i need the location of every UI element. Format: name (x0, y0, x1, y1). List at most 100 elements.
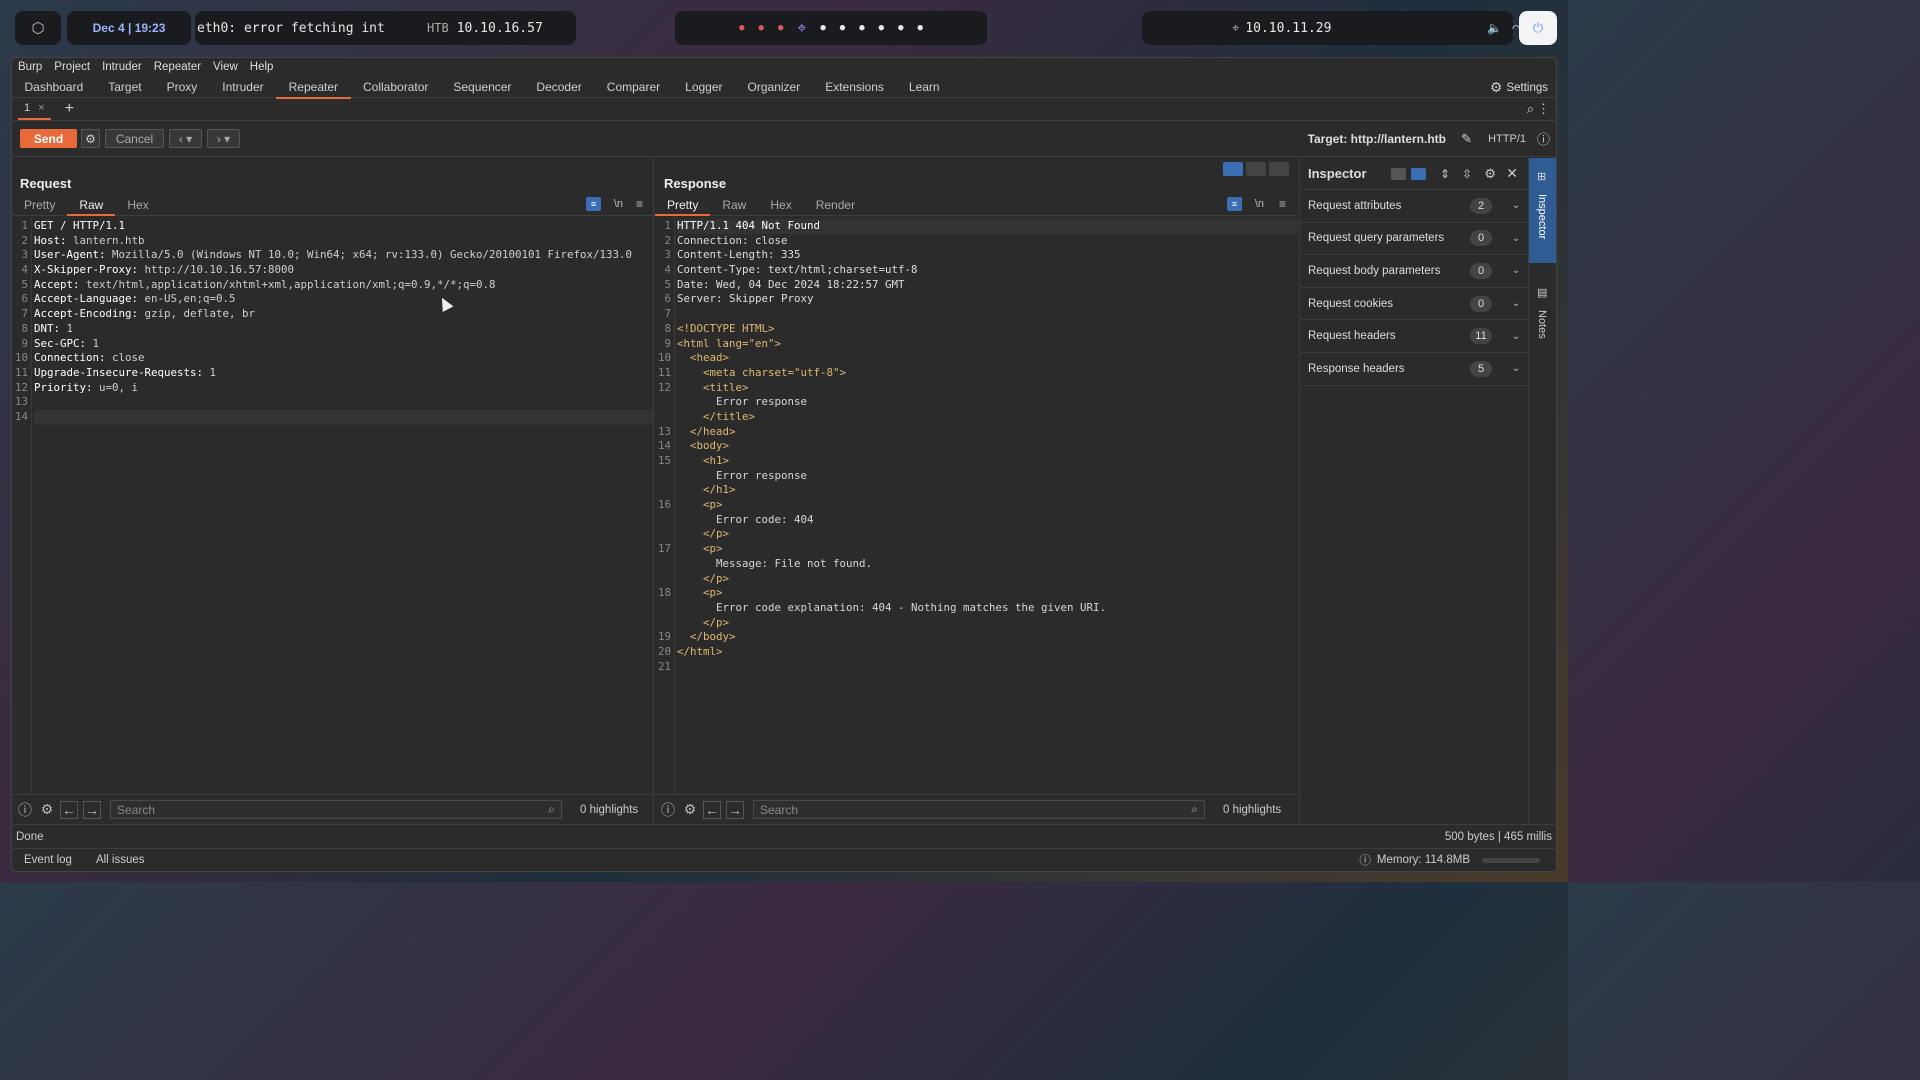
request-line[interactable]: User-Agent: Mozilla/5.0 (Windows NT 10.0… (34, 248, 653, 263)
response-line[interactable]: </html> (677, 645, 1298, 660)
search-icon[interactable]: ⌕ (1527, 101, 1534, 117)
workspace-dot[interactable]: ● (759, 23, 764, 33)
all-issues-button[interactable]: All issues (96, 854, 145, 866)
settings-button[interactable]: ⚙ Settings (1490, 79, 1548, 96)
arrow-left-icon[interactable]: ← (60, 800, 78, 819)
more-vertical-icon[interactable]: ⋮ (1537, 101, 1550, 117)
close-tab-icon[interactable]: × (38, 102, 44, 114)
layout-single-icon[interactable] (1269, 162, 1289, 176)
request-search-input[interactable]: Search ⌕ (110, 800, 562, 819)
chevron-down-icon[interactable]: ⌄ (1512, 265, 1520, 276)
menu-icon[interactable]: ≡ (636, 197, 643, 211)
request-line[interactable]: Connection: close (34, 351, 653, 366)
wrap-toggle-icon[interactable]: ≡ (1227, 197, 1242, 211)
request-line[interactable]: Upgrade-Insecure-Requests: 1 (34, 366, 653, 381)
menu-view[interactable]: View (213, 61, 238, 73)
side-tab-notes[interactable]: ▤ Notes (1529, 278, 1556, 368)
request-tab-hex[interactable]: Hex (115, 196, 160, 215)
response-line[interactable] (677, 307, 1298, 322)
response-line[interactable]: Server: Skipper Proxy (677, 292, 1298, 307)
inspector-row-request-cookies[interactable]: Request cookies 0 ⌄ (1300, 288, 1528, 321)
menu-intruder[interactable]: Intruder (102, 61, 142, 73)
response-tab-render[interactable]: Render (804, 196, 867, 215)
workspace-dot[interactable]: ● (820, 23, 825, 33)
response-line[interactable]: </h1> (677, 483, 1298, 498)
request-line[interactable]: Host: lantern.htb (34, 234, 653, 249)
response-line[interactable]: Connection: close (677, 234, 1298, 249)
menu-icon[interactable]: ≡ (1279, 197, 1286, 211)
arrow-right-icon[interactable]: → (726, 800, 744, 819)
crosshair-icon[interactable]: ⌖ (797, 18, 806, 38)
response-line[interactable]: Error code: 404 (677, 513, 1298, 528)
arrow-right-icon[interactable]: → (83, 800, 101, 819)
inspector-row-response-headers[interactable]: Response headers 5 ⌄ (1300, 353, 1528, 386)
inspector-layout-icon[interactable] (1391, 167, 1406, 180)
request-line[interactable] (34, 409, 653, 425)
request-code[interactable]: GET / HTTP/1.1 Host: lantern.htb User-Agen… (34, 219, 653, 425)
wrap-toggle-icon[interactable]: ≡ (586, 197, 601, 211)
inspector-row-request-attributes[interactable]: Request attributes 2 ⌄ (1300, 190, 1528, 223)
response-tab-raw[interactable]: Raw (710, 196, 758, 215)
protocol-label[interactable]: HTTP/1 (1488, 133, 1526, 145)
response-editor[interactable]: 1 2 3 4 5 6 7 8 9 10 11 12 13 14 15 16 17 18 19 20 21 HTTP/1… (655, 217, 1298, 794)
response-line[interactable]: Error response (677, 469, 1298, 484)
workspace-dot[interactable]: ● (840, 23, 845, 33)
chevron-down-icon[interactable]: ⌄ (1512, 298, 1520, 309)
response-line[interactable]: Content-Type: text/html;charset=utf-8 (677, 263, 1298, 278)
add-tab-button[interactable]: + (65, 100, 74, 118)
response-line[interactable]: Message: File not found. (677, 557, 1298, 572)
gear-icon[interactable]: ⚙ (1484, 166, 1496, 182)
tab-decoder[interactable]: Decoder (524, 76, 594, 98)
workspace-dot[interactable]: ● (778, 23, 783, 33)
response-line[interactable]: Date: Wed, 04 Dec 2024 18:22:57 GMT (677, 278, 1298, 293)
workspace-dot[interactable]: ● (859, 23, 864, 33)
response-line[interactable]: <meta charset="utf-8"> (677, 366, 1298, 381)
help-icon[interactable]: ⓘ (1537, 129, 1550, 148)
collapse-all-icon[interactable]: ⇳ (1462, 167, 1472, 181)
response-line[interactable]: Error code explanation: 404 - Nothing ma… (677, 601, 1298, 616)
tab-organizer[interactable]: Organizer (735, 76, 813, 98)
response-line[interactable]: </body> (677, 630, 1298, 645)
gear-icon[interactable]: ⚙ (38, 801, 56, 819)
menu-burp[interactable]: Burp (18, 61, 42, 73)
layout-stack-icon[interactable] (1246, 162, 1266, 176)
edit-target-icon[interactable]: ✎ (1461, 131, 1472, 147)
response-line[interactable]: <head> (677, 351, 1298, 366)
response-line[interactable]: <html lang="en"> (677, 337, 1298, 352)
response-line[interactable]: <body> (677, 439, 1298, 454)
request-line[interactable]: Accept: text/html,application/xhtml+xml,… (34, 278, 653, 293)
workspace-dot[interactable]: ● (739, 23, 744, 33)
response-line[interactable]: <p> (677, 542, 1298, 557)
send-settings-button[interactable]: ⚙ (81, 129, 100, 148)
launcher-button[interactable]: ⬡ (15, 11, 61, 45)
expand-all-icon[interactable]: ⇕ (1440, 167, 1450, 181)
layout-split-icon[interactable] (1223, 162, 1243, 176)
tab-logger[interactable]: Logger (673, 76, 735, 98)
request-line[interactable]: X-Skipper-Proxy: http://10.10.16.57:8000 (34, 263, 653, 278)
request-line[interactable]: Accept-Language: en-US,en;q=0.5 (34, 292, 653, 307)
request-line[interactable]: GET / HTTP/1.1 (34, 219, 653, 234)
workspace-dot[interactable]: ● (879, 23, 884, 33)
chevron-down-icon[interactable]: ⌄ (1512, 200, 1520, 211)
volume-icon[interactable]: 🔈 (1487, 21, 1502, 35)
arrow-left-icon[interactable]: ← (703, 800, 721, 819)
request-tab-pretty[interactable]: Pretty (12, 196, 67, 215)
history-back-button[interactable]: ‹ ▾ (169, 129, 202, 148)
inspector-row-request-query-parameters[interactable]: Request query parameters 0 ⌄ (1300, 223, 1528, 256)
gear-icon[interactable]: ⚙ (681, 801, 699, 819)
response-line[interactable]: </head> (677, 425, 1298, 440)
repeater-tab-1[interactable]: 1 × (18, 98, 51, 120)
power-button[interactable]: ⏻ (1519, 11, 1557, 45)
response-line[interactable]: Content-Length: 335 (677, 248, 1298, 263)
send-button[interactable]: Send (20, 129, 77, 148)
response-line[interactable]: <title> (677, 381, 1298, 396)
newline-toggle[interactable]: \n (614, 198, 623, 210)
response-line[interactable]: <h1> (677, 454, 1298, 469)
tab-intruder[interactable]: Intruder (210, 76, 276, 98)
workspace-dot[interactable]: ● (898, 23, 903, 33)
cancel-button[interactable]: Cancel (105, 129, 164, 148)
response-line[interactable]: <!DOCTYPE HTML> (677, 322, 1298, 337)
response-line[interactable]: </p> (677, 527, 1298, 542)
close-icon[interactable]: ✕ (1506, 165, 1518, 182)
response-line[interactable]: </title> (677, 410, 1298, 425)
